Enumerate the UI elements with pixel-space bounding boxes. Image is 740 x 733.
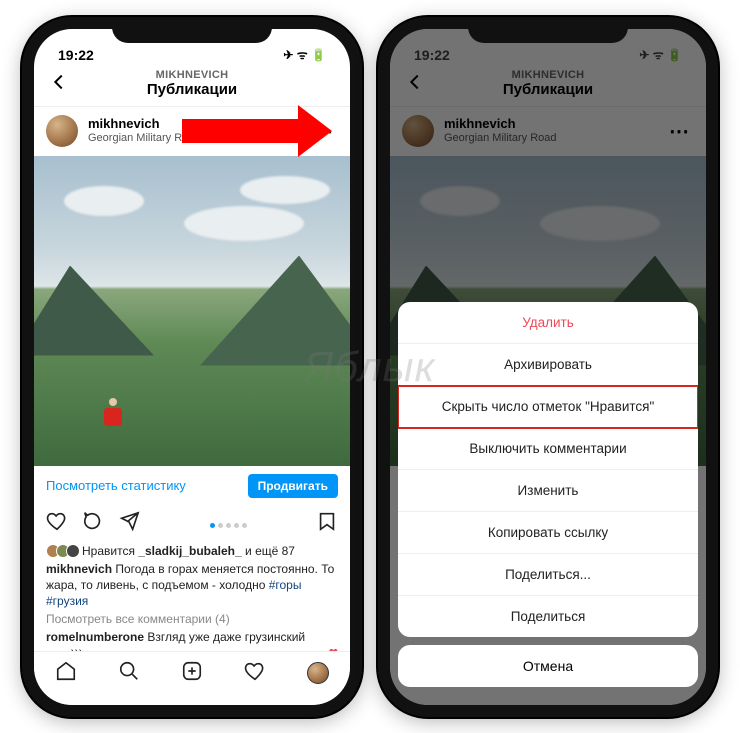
carousel-dots	[210, 514, 247, 537]
share-icon[interactable]	[118, 510, 140, 537]
action-sheet: Удалить Архивировать Скрыть число отмето…	[390, 302, 706, 705]
phone-left: 19:22 ✈ ᯤ 🔋 MIKHNEVICH Публикации mikhne…	[22, 17, 362, 717]
screen-right: 19:22 ✈ ᯤ 🔋 MIKHNEVICH Публикации mikhne…	[390, 29, 706, 705]
status-time: 19:22	[58, 47, 94, 63]
notch	[468, 17, 628, 43]
save-icon[interactable]	[316, 510, 338, 537]
person-in-photo	[104, 402, 122, 426]
sheet-copy-link[interactable]: Копировать ссылку	[398, 512, 698, 554]
status-icons: ✈ ᯤ 🔋	[283, 46, 326, 63]
post-photo[interactable]	[34, 156, 350, 466]
sheet-archive[interactable]: Архивировать	[398, 344, 698, 386]
action-sheet-box: Удалить Архивировать Скрыть число отмето…	[398, 302, 698, 637]
stats-row: Посмотреть статистику Продвигать	[34, 466, 350, 506]
sheet-edit[interactable]: Изменить	[398, 470, 698, 512]
bottom-nav	[34, 651, 350, 705]
search-icon[interactable]	[118, 660, 140, 687]
phone-right: 19:22 ✈ ᯤ 🔋 MIKHNEVICH Публикации mikhne…	[378, 17, 718, 717]
back-button[interactable]	[48, 71, 70, 99]
nav-title: Публикации	[34, 81, 350, 98]
profile-icon[interactable]	[307, 662, 329, 684]
nav-header: MIKHNEVICH Публикации	[34, 65, 350, 107]
promote-button[interactable]: Продвигать	[248, 474, 338, 498]
sheet-hide-likes[interactable]: Скрыть число отметок "Нравится"	[398, 386, 698, 428]
sheet-delete[interactable]: Удалить	[398, 302, 698, 344]
activity-icon[interactable]	[244, 660, 266, 687]
sheet-share-to[interactable]: Поделиться...	[398, 554, 698, 596]
view-comments-link[interactable]: Посмотреть все комментарии (4)	[46, 611, 338, 627]
caption-text: mikhnevich Погода в горах меняется посто…	[46, 561, 338, 610]
notch	[112, 17, 272, 43]
nav-subtitle: MIKHNEVICH	[34, 69, 350, 81]
sheet-cancel[interactable]: Отмена	[398, 645, 698, 687]
sheet-disable-comments[interactable]: Выключить комментарии	[398, 428, 698, 470]
new-post-icon[interactable]	[181, 660, 203, 687]
view-insights-link[interactable]: Посмотреть статистику	[46, 478, 186, 493]
annotation-arrow	[182, 119, 302, 143]
comment-icon[interactable]	[82, 510, 104, 537]
sheet-share[interactable]: Поделиться	[398, 596, 698, 637]
action-bar	[34, 506, 350, 539]
home-icon[interactable]	[55, 660, 77, 687]
likes-row[interactable]: Нравится _sladkij_bubaleh_ и ещё 87	[46, 543, 338, 559]
like-icon[interactable]	[46, 510, 68, 537]
avatar[interactable]	[46, 115, 78, 147]
